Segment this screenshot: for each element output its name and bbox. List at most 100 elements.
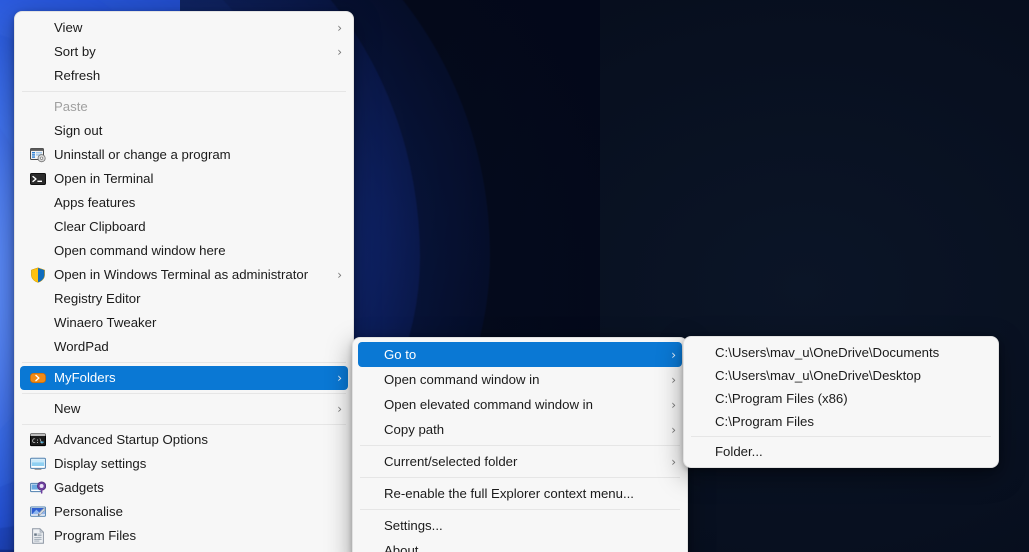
menu-item[interactable]: C:\Users\mav_u\OneDrive\Desktop [689, 364, 993, 387]
menu-item-label: C:\Users\mav_u\OneDrive\Desktop [715, 368, 921, 383]
menu-item-label: Open command window here [54, 243, 226, 258]
menu-item-label: WordPad [54, 339, 109, 354]
menu-item-label: Settings... [384, 518, 443, 533]
myfolders-icon [30, 370, 46, 386]
menu-item-label: Registry Editor [54, 291, 141, 306]
no-icon [30, 243, 46, 259]
menu-separator [22, 424, 346, 425]
menu-item-label: Folder... [715, 444, 763, 459]
menu-item[interactable]: Go to › [358, 342, 682, 367]
menu-separator [22, 393, 346, 394]
menu-item[interactable]: Sort by › [20, 40, 348, 64]
menu-item-label: MyFolders [54, 370, 116, 385]
no-icon [30, 219, 46, 235]
menu-item[interactable]: C:\Program Files (x86) [689, 387, 993, 410]
menu-item-label: Personalise [54, 504, 123, 519]
chevron-right-icon: › [671, 372, 676, 387]
menu-item[interactable]: Open command window here [20, 239, 348, 263]
desktop: View › Sort by › Refresh Paste Sign out Uninsta… [0, 0, 1029, 552]
menu-item-label: Open in Windows Terminal as administrato… [54, 267, 309, 282]
menu-item-label: Re-enable the full Explorer context menu… [384, 486, 634, 501]
menu-item-label: About... [384, 543, 430, 552]
no-icon [30, 339, 46, 355]
menu-item[interactable]: C:\ Advanced Startup Options [20, 428, 348, 452]
terminal-icon [30, 171, 46, 187]
no-icon [30, 20, 46, 36]
menu-item[interactable]: Sign out [20, 119, 348, 143]
menu-item[interactable]: Gadgets [20, 476, 348, 500]
menu-item[interactable]: C:\Users\mav_u\OneDrive\Documents [689, 341, 993, 364]
menu-item[interactable]: Personalise [20, 500, 348, 524]
menu-item[interactable]: Open command window in › [358, 367, 682, 392]
menu-item[interactable]: Display settings [20, 452, 348, 476]
menu-separator [22, 91, 346, 92]
menu-item[interactable]: Program Files [20, 524, 348, 548]
menu-item[interactable]: View › [20, 16, 348, 40]
menu-item[interactable]: Copy path › [358, 417, 682, 442]
menu-item[interactable]: Re-enable the full Explorer context menu… [358, 481, 682, 506]
menu-item-label: Program Files [54, 528, 137, 543]
chevron-right-icon: › [337, 21, 342, 35]
chevron-right-icon: › [671, 422, 676, 437]
menu-item-label: Clear Clipboard [54, 219, 146, 234]
menu-item[interactable]: Open in Terminal [20, 167, 348, 191]
menu-separator [691, 436, 991, 437]
no-icon [30, 99, 46, 115]
myfolders-submenu[interactable]: Go to › Open command window in › Open elevat… [352, 337, 688, 552]
menu-item-label: Go to [384, 347, 417, 362]
menu-item-label: Gadgets [54, 480, 104, 495]
no-icon [30, 195, 46, 211]
no-icon [30, 401, 46, 417]
display-icon [30, 456, 46, 472]
menu-item[interactable]: Clear Clipboard [20, 215, 348, 239]
menu-item-label: Sign out [54, 123, 103, 138]
menu-item-label: Refresh [54, 68, 101, 83]
menu-item-label: Display settings [54, 456, 147, 471]
no-icon [30, 123, 46, 139]
menu-item[interactable]: MyFolders › [20, 366, 348, 390]
menu-item[interactable]: Apps features [20, 191, 348, 215]
no-icon [30, 291, 46, 307]
menu-separator [22, 362, 346, 363]
menu-item[interactable]: New › [20, 397, 348, 421]
menu-item-label: Open elevated command window in [384, 397, 593, 412]
menu-item[interactable]: Open in Windows Terminal as administrato… [20, 263, 348, 287]
menu-item[interactable]: Current/selected folder › [358, 449, 682, 474]
uac-shield-icon [30, 267, 46, 283]
personalise-icon [30, 504, 46, 520]
menu-separator [360, 445, 680, 446]
menu-item-label: Open command window in [384, 372, 540, 387]
chevron-right-icon: › [337, 371, 342, 385]
menu-item[interactable]: About... [358, 538, 682, 552]
desktop-context-menu[interactable]: View › Sort by › Refresh Paste Sign out Uninsta… [14, 11, 354, 552]
menu-item[interactable]: WordPad [20, 335, 348, 359]
menu-item-label: New [54, 401, 81, 416]
menu-item[interactable]: Open elevated command window in › [358, 392, 682, 417]
menu-item-label: View [54, 20, 83, 35]
menu-item-label: Switch User [54, 548, 342, 552]
menu-item-label: Sort by [54, 44, 96, 59]
menu-item[interactable]: Folder... [689, 440, 993, 463]
menu-item-label: Winaero Tweaker [54, 315, 157, 330]
menu-item[interactable]: Refresh [20, 64, 348, 88]
console-icon: C:\ [30, 432, 46, 448]
no-icon [30, 68, 46, 84]
document-icon [30, 528, 46, 544]
menu-item-label: C:\Users\mav_u\OneDrive\Documents [715, 345, 940, 360]
menu-item[interactable]: Uninstall or change a program [20, 143, 348, 167]
menu-separator [360, 509, 680, 510]
menu-item[interactable]: C:\Program Files [689, 410, 993, 433]
menu-item[interactable]: Settings... [358, 513, 682, 538]
menu-item[interactable]: Registry Editor [20, 287, 348, 311]
menu-item[interactable]: Winaero Tweaker [20, 311, 348, 335]
go-to-submenu[interactable]: C:\Users\mav_u\OneDrive\Documents C:\User… [683, 336, 999, 468]
menu-item: Paste [20, 95, 348, 119]
menu-item[interactable]: Switch User [20, 548, 348, 552]
programs-features-icon [30, 147, 46, 163]
menu-item-label: Current/selected folder [384, 454, 518, 469]
menu-item-label: C:\Program Files (x86) [715, 391, 848, 406]
menu-item-label: C:\Program Files [715, 414, 814, 429]
menu-item-label: Advanced Startup Options [54, 432, 208, 447]
menu-item-label: Copy path [384, 422, 445, 437]
gadgets-icon [30, 480, 46, 496]
